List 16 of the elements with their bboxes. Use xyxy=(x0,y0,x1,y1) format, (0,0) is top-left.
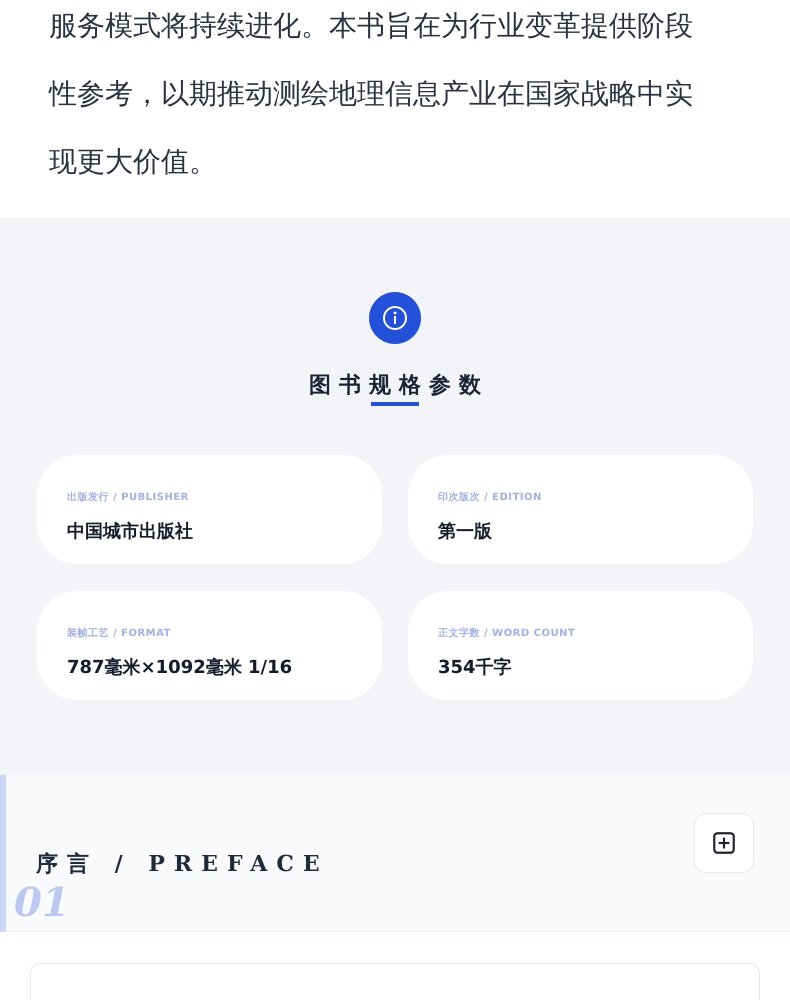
expand-icon xyxy=(711,830,737,856)
expand-button[interactable] xyxy=(694,813,754,873)
section-number: 01 xyxy=(14,883,70,923)
spec-value: 354千字 xyxy=(438,656,513,679)
spec-label: 正文字数 / WORD COUNT xyxy=(438,626,576,640)
section-title: 图书规格参数 xyxy=(308,372,489,400)
intro-paragraph: 服务模式将持续进化。本书旨在为行业变革提供阶段性参考，以期推动测绘地理信息产业在国家战略中实现更大价值。 xyxy=(49,8,694,180)
title-underline xyxy=(371,402,419,406)
spec-label: 出版发行 / PUBLISHER xyxy=(67,490,190,504)
spec-label: 印次版次 / EDITION xyxy=(438,490,543,504)
spec-value: 第一版 xyxy=(438,520,493,543)
spec-label: 装帧工艺 / FORMAT xyxy=(67,626,172,640)
preface-title: 序言 / PREFACE xyxy=(36,850,329,879)
spec-value: 787毫米×1092毫米 1/16 xyxy=(67,656,294,679)
spec-value: 中国城市出版社 xyxy=(67,520,194,543)
info-icon xyxy=(369,292,421,344)
